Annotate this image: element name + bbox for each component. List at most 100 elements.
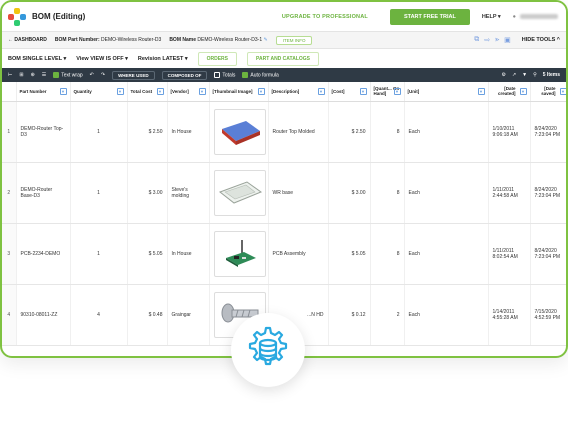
cell-unit[interactable]: Each: [404, 223, 488, 284]
filter-icon[interactable]: ▼: [394, 88, 401, 95]
help-menu[interactable]: HELP ▾: [478, 14, 505, 20]
dashboard-link[interactable]: ← DASHBOARD: [8, 37, 47, 43]
cell-date-created: 1/10/2011 9:06:18 AM: [488, 101, 530, 162]
edit-pencil-icon[interactable]: ✎: [264, 37, 268, 43]
bom-part-number-label: BOM Part Number:: [55, 37, 100, 43]
cell-cost[interactable]: $ 3.00: [328, 162, 370, 223]
cell-description[interactable]: WR base: [268, 162, 328, 223]
table-row[interactable]: 2 DEMO-Router Base-D3 1 $ 3.00 Steve's m…: [2, 162, 568, 223]
cell-date-saved: 8/24/2020 7:23:04 PM: [530, 223, 568, 284]
cell-quantity[interactable]: 1: [70, 223, 127, 284]
part-catalogs-tab[interactable]: PART AND CATALOGS: [247, 52, 319, 66]
cell-description[interactable]: Router Top Molded: [268, 101, 328, 162]
start-trial-button[interactable]: START FREE TRIAL: [390, 9, 470, 25]
add-icon[interactable]: ⊕: [31, 72, 35, 78]
hide-tools-button[interactable]: HIDE TOOLS ^: [522, 37, 560, 43]
cell-thumbnail[interactable]: [209, 162, 268, 223]
col-vendor[interactable]: [Vendor]▼: [167, 82, 209, 101]
cell-vendor[interactable]: In House: [167, 101, 209, 162]
cell-unit[interactable]: Each: [404, 162, 488, 223]
cell-on-hand[interactable]: 8: [370, 101, 404, 162]
tree-icon[interactable]: ⊢: [8, 72, 12, 78]
undo-icon[interactable]: ↶: [90, 72, 94, 78]
orders-tab[interactable]: ORDERS: [198, 52, 237, 66]
cell-quantity[interactable]: 4: [70, 284, 127, 345]
col-on-hand[interactable]: [Quant... On Hand]▼: [370, 82, 404, 101]
cell-part-number[interactable]: PCB-2234-DEMO: [16, 223, 70, 284]
app-logo-icon[interactable]: [8, 8, 26, 26]
row-index: 1: [2, 101, 16, 162]
where-used-button[interactable]: WHERE USED: [112, 71, 155, 80]
upgrade-button[interactable]: UPGRADE TO PROFESSIONAL: [268, 14, 382, 20]
cell-description[interactable]: PCB Assembly: [268, 223, 328, 284]
cell-part-number[interactable]: DEMO-Router Top-D3: [16, 101, 70, 162]
copy-icon[interactable]: ⧉: [474, 36, 479, 44]
cell-quantity[interactable]: 1: [70, 101, 127, 162]
cell-date-saved: 8/24/2020 7:23:04 PM: [530, 101, 568, 162]
auto-formula-toggle[interactable]: Auto formula: [242, 72, 278, 78]
composed-of-button[interactable]: COMPOSED OF: [162, 71, 208, 80]
cell-vendor[interactable]: In House: [167, 223, 209, 284]
cell-vendor[interactable]: Graingar: [167, 284, 209, 345]
col-unit[interactable]: [Unit]▼: [404, 82, 488, 101]
cell-cost[interactable]: $ 2.50: [328, 101, 370, 162]
col-label: Quantity: [74, 89, 92, 94]
menu-icon[interactable]: ☰: [42, 72, 46, 78]
filter-icon[interactable]: ▼: [258, 88, 265, 95]
cell-on-hand[interactable]: 8: [370, 223, 404, 284]
grid-toolbar: ⊢ ⊞ ⊕ ☰ Text wrap ↶ ↷ WHERE USED COMPOSE…: [2, 68, 566, 82]
filter-icon[interactable]: ▼: [60, 88, 67, 95]
redo-icon[interactable]: ↷: [101, 72, 105, 78]
search-icon[interactable]: ⚲: [533, 72, 537, 78]
cell-cost[interactable]: $ 5.05: [328, 223, 370, 284]
revision-select[interactable]: Revision LATEST ▾: [138, 56, 188, 62]
export-icon[interactable]: ⇨: [484, 36, 490, 44]
cell-unit[interactable]: Each: [404, 284, 488, 345]
cell-vendor[interactable]: Steve's molding: [167, 162, 209, 223]
col-date-created[interactable]: [Date created]▼: [488, 82, 530, 101]
filter-icon[interactable]: ▼: [157, 88, 164, 95]
col-date-saved[interactable]: [Date saved]▼: [530, 82, 568, 101]
app-window: BOM (Editing) UPGRADE TO PROFESSIONAL ST…: [0, 0, 568, 358]
col-cost[interactable]: [Cost]▼: [328, 82, 370, 101]
cell-part-number[interactable]: 90310-08011-ZZ: [16, 284, 70, 345]
item-info-button[interactable]: ITEM INFO: [276, 36, 313, 45]
insert-row-icon[interactable]: ⊞: [19, 72, 23, 78]
filter-icon[interactable]: ▼: [522, 72, 527, 78]
bom-level-select[interactable]: BOM SINGLE LEVEL ▾: [8, 56, 66, 62]
filter-icon[interactable]: ▼: [117, 88, 124, 95]
share-icon[interactable]: ⪢: [495, 36, 499, 44]
user-menu[interactable]: ●: [513, 14, 558, 20]
filter-icon[interactable]: ▼: [318, 88, 325, 95]
view-select[interactable]: View VIEW IS OFF ▾: [76, 56, 128, 62]
cell-on-hand[interactable]: 2: [370, 284, 404, 345]
cell-quantity[interactable]: 1: [70, 162, 127, 223]
cell-on-hand[interactable]: 8: [370, 162, 404, 223]
filter-icon[interactable]: ▼: [199, 88, 206, 95]
link-icon[interactable]: ↗: [512, 72, 516, 78]
filter-icon[interactable]: ▼: [520, 88, 527, 95]
top-bar: BOM (Editing) UPGRADE TO PROFESSIONAL ST…: [2, 2, 566, 32]
cell-thumbnail[interactable]: [209, 101, 268, 162]
cell-unit[interactable]: Each: [404, 101, 488, 162]
col-quantity[interactable]: Quantity ▼: [70, 82, 127, 101]
app-title: BOM (Editing): [32, 12, 85, 21]
filter-icon[interactable]: ▼: [478, 88, 485, 95]
cell-total-cost: $ 5.05: [127, 223, 167, 284]
cell-thumbnail[interactable]: [209, 223, 268, 284]
col-description[interactable]: [Description]▼: [268, 82, 328, 101]
save-icon[interactable]: ▣: [504, 36, 511, 44]
totals-toggle[interactable]: Totals: [214, 72, 235, 78]
cell-cost[interactable]: $ 0.12: [328, 284, 370, 345]
cell-date-created: 1/11/2011 8:02:54 AM: [488, 223, 530, 284]
table-row[interactable]: 3 PCB-2234-DEMO 1 $ 5.05 In House: [2, 223, 568, 284]
filter-icon[interactable]: ▼: [360, 88, 367, 95]
settings-icon[interactable]: ⚙: [501, 72, 505, 78]
col-part-number[interactable]: Part Number▼: [16, 82, 70, 101]
col-thumbnail[interactable]: [Thumbnail Image]▼: [209, 82, 268, 101]
filter-icon[interactable]: ▼: [560, 88, 567, 95]
text-wrap-toggle[interactable]: Text wrap: [53, 72, 82, 78]
table-row[interactable]: 1 DEMO-Router Top-D3 1 $ 2.50 In House R…: [2, 101, 568, 162]
cell-part-number[interactable]: DEMO-Router Base-D3: [16, 162, 70, 223]
col-total-cost[interactable]: Total Cost▼: [127, 82, 167, 101]
